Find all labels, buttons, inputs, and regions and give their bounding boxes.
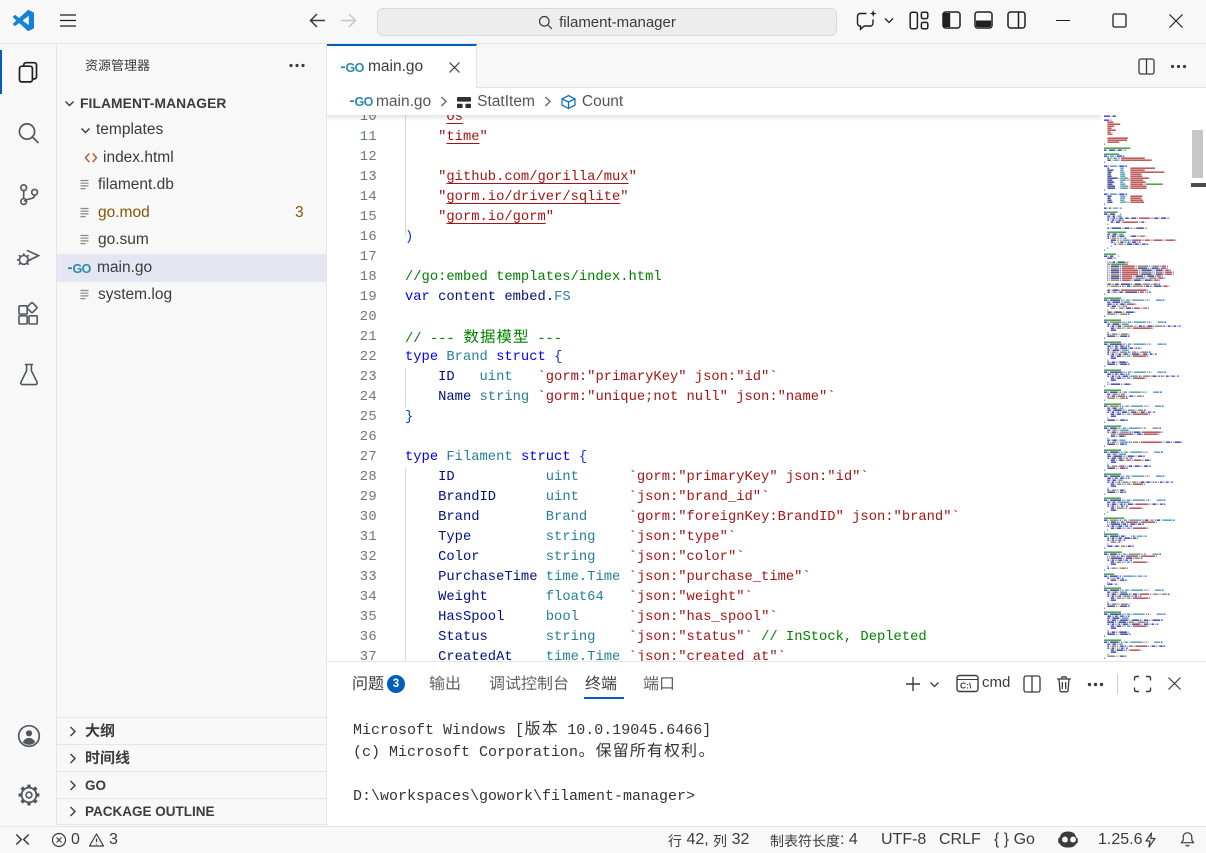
svg-text:C:\: C:\ [960,681,972,691]
